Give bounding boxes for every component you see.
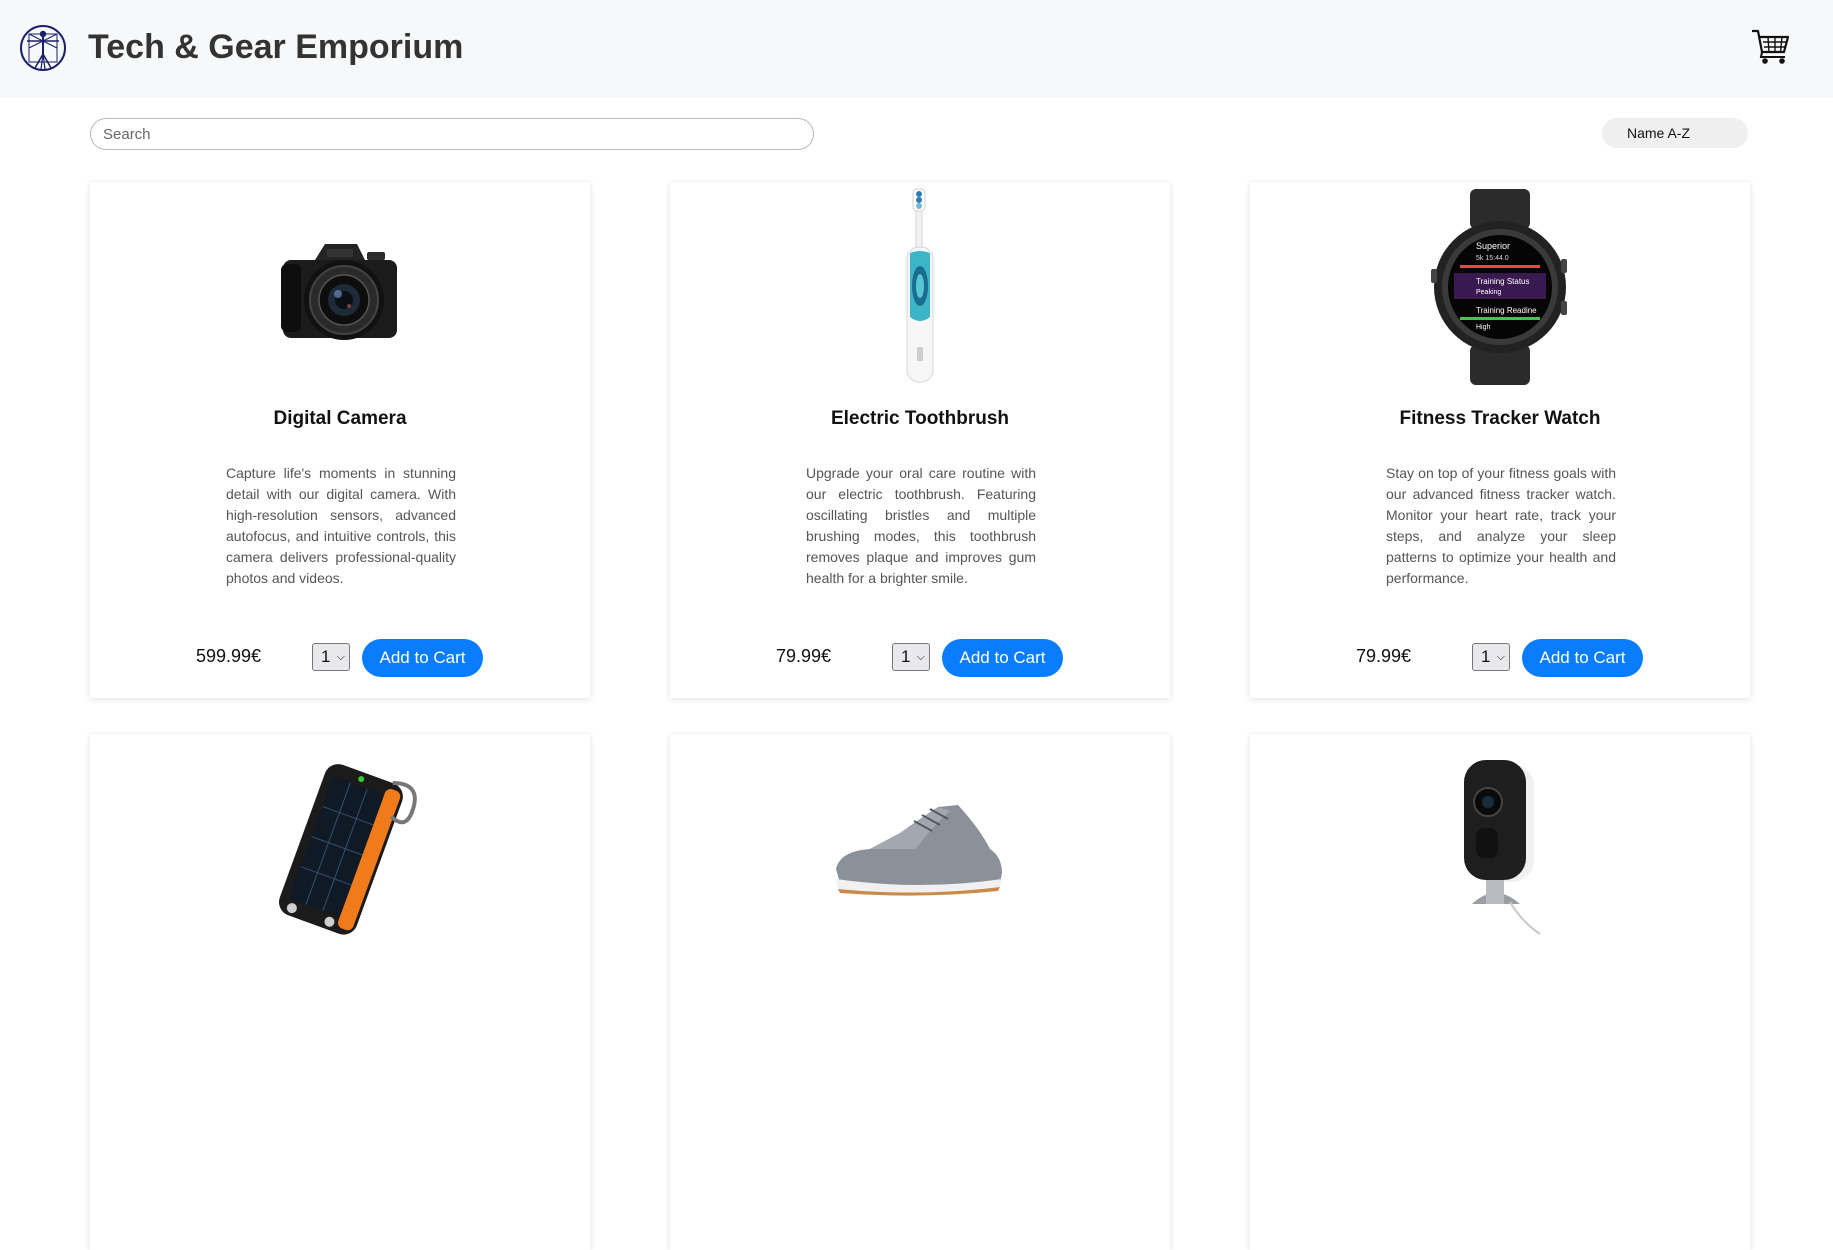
watch-screen-text: 5k 15:44.0: [1476, 255, 1509, 262]
security-camera-image-icon: [1464, 760, 1541, 935]
toolbar: Name A-Z: [0, 98, 1833, 182]
shopping-cart-icon[interactable]: [1751, 26, 1791, 66]
site-title[interactable]: Tech & Gear Emporium: [88, 27, 463, 67]
quantity-select[interactable]: 1 ⌵: [1472, 643, 1510, 671]
product-name[interactable]: Electric Toothbrush: [670, 408, 1170, 430]
add-to-cart-button[interactable]: Add to Cart: [942, 639, 1063, 677]
chevron-down-icon: ⌵: [336, 651, 345, 663]
solar-power-bank-image-icon: [278, 764, 417, 935]
product-card: [670, 734, 1170, 1250]
product-price: 79.99€: [776, 646, 832, 666]
add-to-cart-button[interactable]: Add to Cart: [1522, 639, 1643, 677]
product-card: Digital Camera Capture life's moments in…: [90, 182, 590, 698]
product-image[interactable]: [90, 182, 590, 392]
quantity-value: 1: [321, 647, 331, 666]
product-card: [90, 734, 590, 1250]
smartwatch-image-icon: Superior 5k 15:44.0 Training Status Peak…: [1431, 189, 1567, 385]
quantity-select[interactable]: 1 ⌵: [892, 643, 930, 671]
product-description: Capture life's moments in stunning detai…: [226, 465, 456, 586]
add-to-cart-button[interactable]: Add to Cart: [362, 639, 483, 677]
watch-screen-text: High: [1476, 324, 1491, 331]
sneaker-image-icon: [836, 805, 1002, 896]
product-price: 79.99€: [1356, 646, 1412, 666]
product-card: [1250, 734, 1750, 1250]
product-image[interactable]: Superior 5k 15:44.0 Training Status Peak…: [1250, 182, 1750, 392]
product-image[interactable]: [670, 182, 1170, 392]
search-input[interactable]: [90, 118, 814, 150]
sort-select[interactable]: Name A-Z: [1602, 118, 1748, 148]
quantity-value: 1: [901, 647, 911, 666]
product-image[interactable]: [670, 734, 1170, 944]
product-description: Stay on top of your fitness goals with o…: [1386, 465, 1616, 586]
chevron-down-icon: ⌵: [916, 651, 925, 663]
toothbrush-image-icon: [906, 188, 934, 383]
watch-screen-text: Superior: [1476, 241, 1510, 251]
product-name[interactable]: Digital Camera: [90, 408, 590, 430]
product-card: Superior 5k 15:44.0 Training Status Peak…: [1250, 182, 1750, 698]
product-image[interactable]: [90, 734, 590, 944]
chevron-down-icon: ⌵: [1496, 651, 1505, 663]
camera-image-icon: [281, 244, 397, 340]
product-name[interactable]: Fitness Tracker Watch: [1250, 408, 1750, 430]
product-card: Electric Toothbrush Upgrade your oral ca…: [670, 182, 1170, 698]
watch-screen-text: Peaking: [1476, 289, 1501, 296]
watch-screen-text: Training Readine: [1476, 306, 1537, 315]
site-header: Tech & Gear Emporium: [0, 0, 1833, 98]
product-description: Upgrade your oral care routine with our …: [806, 465, 1036, 586]
product-price: 599.99€: [196, 646, 262, 666]
quantity-value: 1: [1481, 647, 1491, 666]
product-image[interactable]: [1250, 734, 1750, 944]
watch-screen-text: Training Status: [1476, 277, 1530, 286]
vitruvian-man-logo-icon[interactable]: [19, 24, 67, 72]
quantity-select[interactable]: 1 ⌵: [312, 643, 350, 671]
